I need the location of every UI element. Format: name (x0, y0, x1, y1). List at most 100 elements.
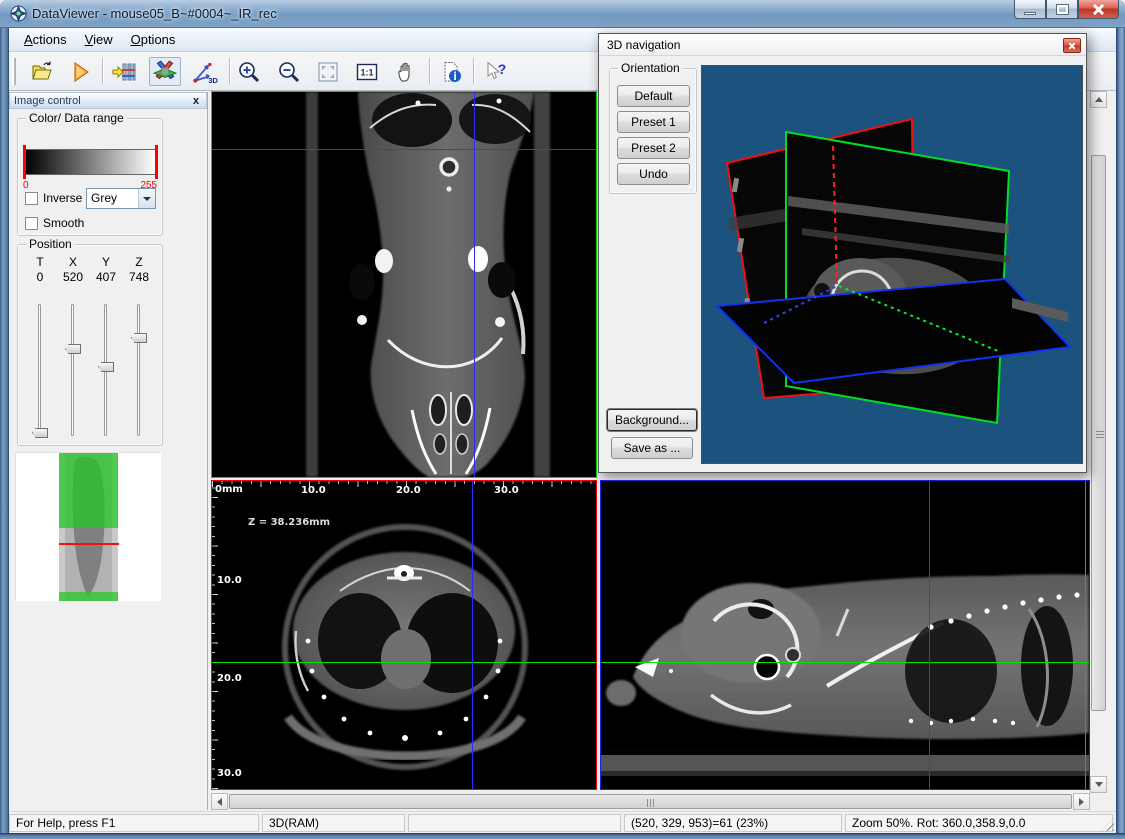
3d-viewport[interactable] (701, 65, 1083, 464)
window-frame-bottom (0, 833, 1125, 839)
horizontal-scroll-thumb[interactable] (229, 794, 1072, 809)
toolbar-separator (229, 58, 230, 84)
pan-hand-icon (394, 60, 418, 84)
axis-name-x: X (58, 255, 88, 269)
palette-dropdown[interactable]: Grey (86, 188, 156, 209)
menu-options[interactable]: Options (122, 29, 185, 50)
palette-value: Grey (87, 189, 138, 208)
position-group: Position T X Y Z 0 520 407 748 (17, 244, 163, 446)
minimize-button[interactable] (1014, 0, 1046, 19)
actual-size-button[interactable]: 1:1 (353, 57, 381, 86)
range-min-label: 0 (23, 180, 29, 191)
image-control-header[interactable]: Image control x (9, 92, 207, 109)
dialog-titlebar[interactable]: 3D navigation (599, 34, 1086, 56)
smooth-label: Smooth (43, 216, 84, 230)
image-info-button[interactable] (438, 57, 466, 86)
actual-size-icon: 1:1 (355, 60, 379, 84)
preset-1-button[interactable]: Preset 1 (617, 111, 690, 133)
toolbar-grip[interactable] (12, 58, 16, 85)
range-min-marker[interactable] (23, 145, 26, 179)
ortho-slices-button[interactable] (149, 57, 181, 86)
horizontal-scrollbar[interactable] (211, 793, 1090, 810)
preset-2-button[interactable]: Preset 2 (617, 137, 690, 159)
titlebar[interactable]: DataViewer - mouse05_B~#0004~_IR_rec (0, 0, 1125, 28)
import-dataset-icon (112, 60, 136, 84)
scroll-left-button[interactable] (211, 793, 228, 810)
close-button[interactable] (1078, 0, 1119, 19)
3d-navigation-dialog: 3D navigation Orientation Default Preset… (598, 33, 1087, 473)
chevron-down-icon (143, 197, 151, 201)
slider-thumb-y[interactable] (98, 362, 114, 372)
ruler-left-label-20: 20.0 (217, 673, 242, 684)
crosshair-blue-vertical (472, 481, 473, 789)
background-button[interactable]: Background... (607, 409, 697, 431)
crosshair-green-horizontal (601, 662, 1089, 663)
scroll-down-button[interactable] (1090, 776, 1107, 793)
application-window: DataViewer - mouse05_B~#0004~_IR_rec Act… (0, 0, 1125, 839)
axis-name-t: T (25, 255, 55, 269)
inverse-checkbox[interactable] (25, 192, 38, 205)
open-file-icon (30, 60, 54, 84)
image-info-icon (440, 60, 464, 84)
dropdown-button[interactable] (138, 189, 155, 208)
zoom-in-button[interactable] (235, 57, 263, 86)
maximize-icon (1057, 5, 1068, 14)
context-help-button[interactable]: ? (482, 57, 510, 86)
axial-ruler-left-minor (212, 481, 215, 789)
axial-view[interactable]: 0mm 10.0 20.0 30.0 10.0 20.0 30.0 Z = 38… (211, 480, 597, 790)
close-icon (1092, 4, 1105, 15)
menu-view[interactable]: View (76, 29, 122, 50)
scout-thumbnail[interactable] (15, 452, 160, 600)
scout-image (16, 453, 161, 601)
toolbar-separator (429, 58, 430, 84)
ruler-label-10: 10.0 (301, 485, 326, 496)
rotation-3d-icon: 3D (191, 59, 219, 85)
default-button[interactable]: Default (617, 85, 690, 107)
crosshair-red-vertical (929, 481, 930, 789)
orientation-label: Orientation (618, 61, 683, 75)
status-help: For Help, press F1 (9, 814, 259, 832)
status-zoom-rotation: Zoom 50%. Rot: 360.0,358.9,0.0 (845, 814, 1113, 832)
coronal-view[interactable] (211, 91, 597, 478)
save-as-button[interactable]: Save as ... (611, 437, 693, 459)
panel-close-icon[interactable]: x (189, 94, 203, 108)
vertical-scroll-thumb[interactable] (1091, 155, 1106, 711)
axial-ruler-top-minor (212, 481, 596, 484)
menu-actions[interactable]: Actions (15, 29, 76, 50)
histogram-gradient-bar[interactable] (25, 149, 156, 175)
smooth-checkbox[interactable] (25, 217, 38, 230)
position-label: Position (26, 237, 75, 251)
play-button[interactable] (66, 57, 94, 86)
vertical-scrollbar[interactable] (1090, 91, 1107, 793)
scroll-right-button[interactable] (1073, 793, 1090, 810)
import-dataset-button[interactable] (110, 57, 138, 86)
arrow-down-icon (1095, 782, 1103, 787)
sagittal-view[interactable] (600, 480, 1090, 790)
maximize-button[interactable] (1046, 0, 1078, 19)
zoom-out-button[interactable] (275, 57, 303, 86)
range-max-marker[interactable] (155, 145, 158, 179)
slider-thumb-z[interactable] (131, 333, 147, 343)
slider-thumb-t[interactable] (32, 428, 48, 438)
window-title: DataViewer - mouse05_B~#0004~_IR_rec (32, 6, 277, 21)
dialog-close-button[interactable] (1063, 38, 1081, 53)
toolbar-separator (473, 58, 474, 84)
slider-thumb-x[interactable] (65, 344, 81, 354)
play-icon (68, 60, 92, 84)
pan-hand-button[interactable] (392, 57, 420, 86)
zoom-out-icon (277, 60, 301, 84)
scroll-up-button[interactable] (1090, 91, 1107, 108)
slider-track-t[interactable] (38, 304, 41, 436)
open-file-button[interactable] (28, 57, 56, 86)
fit-to-window-button[interactable] (314, 57, 342, 86)
slider-track-z[interactable] (137, 304, 140, 436)
axis-name-z: Z (124, 255, 154, 269)
sagittal-image (601, 481, 1089, 789)
rotation-3d-button[interactable]: 3D (189, 57, 221, 86)
undo-button[interactable]: Undo (617, 163, 690, 185)
ruler-left-label-30: 30.0 (217, 768, 242, 779)
slider-track-x[interactable] (71, 304, 74, 436)
rotation-3d-label: 3D (208, 75, 218, 84)
axis-value-y: 407 (91, 270, 121, 284)
status-voxel-value: (520, 329, 953)=61 (23%) (624, 814, 842, 832)
